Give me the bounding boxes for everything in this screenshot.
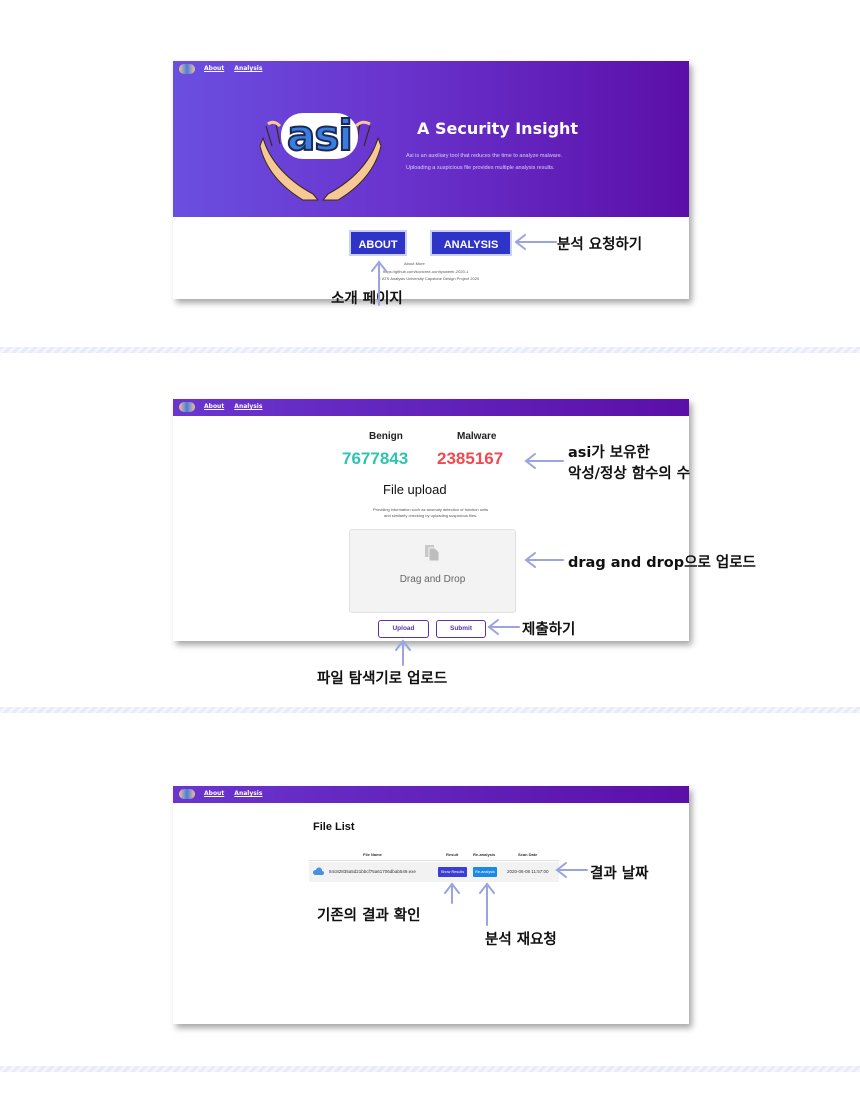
arrow-to-scan-date xyxy=(555,862,588,878)
arrow-to-dropzone xyxy=(524,552,564,568)
annotation-arrows xyxy=(371,234,588,926)
arrow-to-show-results xyxy=(444,882,460,904)
arrow-to-submit xyxy=(487,619,520,635)
arrow-to-about-button xyxy=(371,260,387,306)
arrow-to-counts xyxy=(524,453,564,469)
arrow-to-re-analysis xyxy=(479,882,495,926)
arrow-to-analysis-button xyxy=(514,234,557,250)
arrow-to-upload xyxy=(395,639,411,666)
